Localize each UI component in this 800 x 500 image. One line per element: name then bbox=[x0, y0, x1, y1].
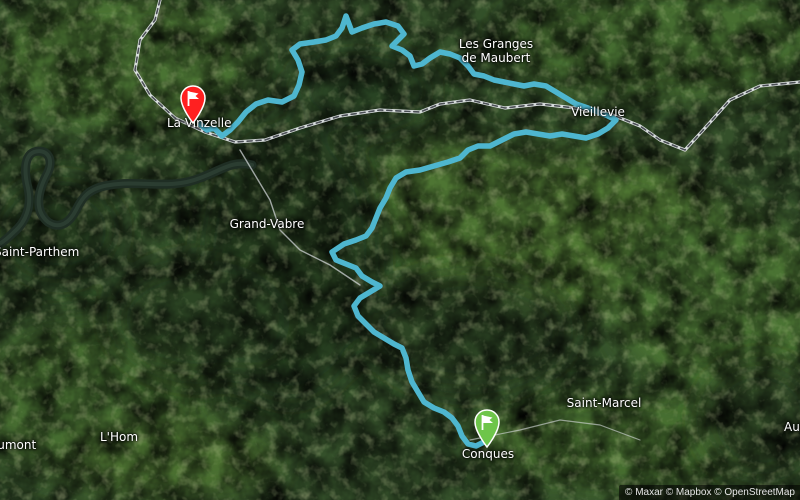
route-start-marker[interactable] bbox=[178, 84, 208, 124]
terrain-layer bbox=[0, 0, 800, 500]
map-attribution[interactable]: © Maxar © Mapbox © OpenStreetMap bbox=[619, 485, 800, 500]
satellite-map[interactable]: La Vinzelle Les Granges de Maubert Vieil… bbox=[0, 0, 800, 500]
flag-pin-icon bbox=[180, 85, 206, 124]
flag-pin-icon bbox=[474, 409, 500, 448]
route-finish-marker[interactable] bbox=[472, 408, 502, 448]
